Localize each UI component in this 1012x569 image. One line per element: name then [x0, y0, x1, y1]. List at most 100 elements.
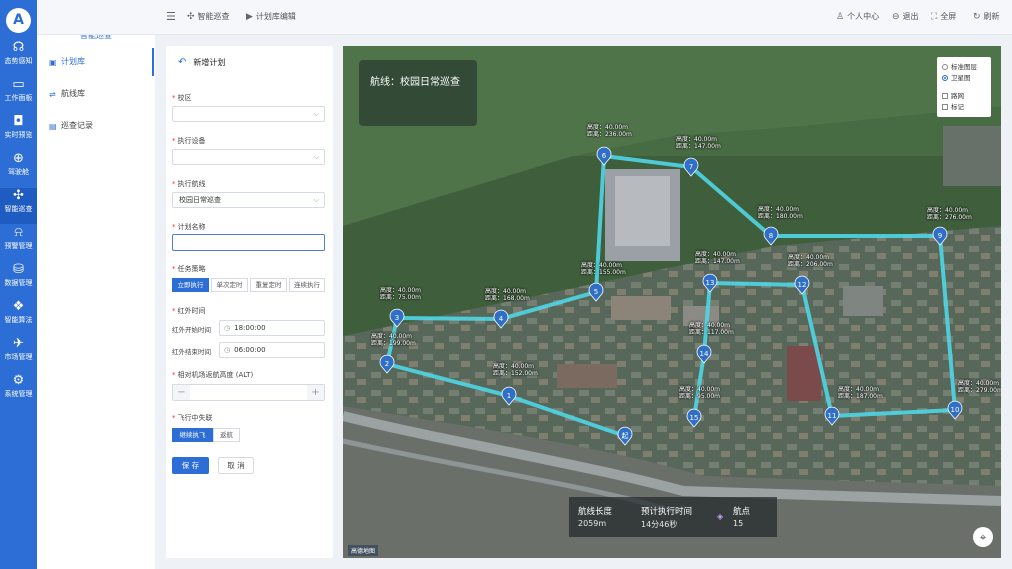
rail-item-workpanel[interactable]: ▭ 工作面板 — [0, 77, 37, 113]
refresh-button[interactable]: ↻ 刷新 — [973, 11, 1000, 22]
strategy-label: * 任务策略 — [172, 265, 206, 273]
plan-name-input[interactable] — [172, 234, 325, 251]
breadcrumb-inspection[interactable]: ✣ 智能巡查 — [187, 11, 230, 22]
layer-marker-checkbox[interactable]: 标记 — [942, 103, 964, 111]
waypoint-distance: 距离：117.00m — [689, 329, 734, 336]
rail-item-preview[interactable]: ◘ 实时预览 — [0, 114, 37, 150]
device-select[interactable]: ⌵ — [172, 149, 325, 165]
gear-icon: ⚙ — [12, 373, 25, 388]
drone-icon: ✣ — [13, 188, 24, 203]
lost-option-return[interactable]: 返航 — [213, 428, 240, 442]
layer-standard-option[interactable]: 标准图层 — [942, 63, 977, 71]
strategy-option-continuous[interactable]: 连续执行 — [289, 278, 325, 292]
back-arrow-icon[interactable]: ↶ — [178, 57, 186, 68]
waypoint-distance: 距离：147.00m — [695, 258, 740, 265]
map-source-tag: 高德地图 — [348, 545, 379, 556]
lost-link-label: * 飞行中失联 — [172, 414, 213, 422]
waypoint-number: 7 — [689, 163, 693, 171]
menu-toggle-icon[interactable]: ☰ — [166, 10, 176, 23]
sidebar-item-route-library[interactable]: ⇌ 航线库 — [49, 85, 154, 103]
strategy-option-repeat[interactable]: 重复定时 — [250, 278, 287, 292]
building-block — [943, 126, 1001, 186]
globe-icon: ⊕ — [13, 151, 24, 166]
rail-item-situation[interactable]: ☊ 态势感知 — [0, 40, 37, 76]
rail-item-inspection[interactable]: ✣ 智能巡查 — [0, 188, 37, 224]
route-select-value: 校园日常巡查 — [179, 196, 221, 204]
rail-item-data[interactable]: ⛁ 数据管理 — [0, 262, 37, 298]
infrared-label: * 红外时间 — [172, 307, 206, 315]
ir-end-label: 红外结束时间 — [172, 348, 211, 356]
headset-icon: ☊ — [12, 40, 25, 55]
waypoint-info-5: 高度：40.00m 距离：155.00m — [581, 262, 626, 276]
logout-label: 退出 — [902, 12, 919, 21]
form-title: 新增计划 — [193, 58, 226, 67]
rail-item-algorithm[interactable]: ❖ 智能算法 — [0, 299, 37, 335]
alarm-icon: ⍾ — [14, 225, 23, 240]
clock-icon: ◷ — [224, 324, 231, 332]
increment-button[interactable]: + — [307, 385, 324, 400]
waypoint-distance: 距离：168.00m — [485, 295, 530, 302]
layer-satellite-option[interactable]: 卫星图 — [942, 74, 971, 82]
radio-selected-icon — [942, 75, 948, 81]
chevron-down-icon: ⌵ — [313, 196, 319, 204]
waypoint-info-14: 高度：40.00m 距离：117.00m — [689, 322, 734, 336]
lost-option-continue[interactable]: 继续执飞 — [172, 428, 213, 442]
ir-end-time-input[interactable]: ◷ 06:00:00 — [219, 342, 325, 358]
rail-item-market[interactable]: ✈ 市场管理 — [0, 336, 37, 372]
waypoint-info-7: 高度：40.00m 距离：147.00m — [676, 136, 721, 150]
waypoint-info-9: 高度：40.00m 距离：276.00m — [927, 207, 972, 221]
personal-center-button[interactable]: ♙ 个人中心 — [836, 11, 879, 22]
waypoint-distance: 距离：152.00m — [493, 370, 538, 377]
waypoint-count-label: 航点 — [733, 507, 751, 517]
sidebar-item-inspection-records[interactable]: ▤ 巡查记录 — [49, 117, 154, 135]
chevron-down-icon: ⌵ — [313, 110, 319, 118]
waypoint-altitude: 高度：40.00m — [679, 386, 721, 393]
chevron-down-icon: ⌵ — [313, 153, 319, 161]
logout-icon: ⊖ — [892, 12, 900, 22]
waypoint-icon: ◈ — [717, 512, 724, 521]
device-label: * 执行设备 — [172, 137, 206, 145]
layer-control-panel: 标准图层 卫星图 路网 标记 — [937, 57, 991, 117]
layer-roadnet-checkbox[interactable]: 路网 — [942, 92, 964, 100]
clock-icon: ◷ — [224, 346, 231, 354]
satellite-map[interactable]: 起 1 2 3 4 5 6 7 8 9 10 11 12 13 14 15 航线：校园日常巡查 标准图层 卫星… — [343, 46, 1001, 558]
rail-item-system[interactable]: ⚙ 系统管理 — [0, 373, 37, 409]
rail-item-cockpit[interactable]: ⊕ 驾驶舱 — [0, 151, 37, 187]
rail-item-alarm[interactable]: ⍾ 预警管理 — [0, 225, 37, 261]
breadcrumb-plan-edit[interactable]: ▶ 计划库编辑 — [246, 11, 296, 22]
waypoint-number: 6 — [602, 152, 607, 160]
waypoint-info-15: 高度：40.00m 距离：95.00m — [679, 386, 720, 400]
save-button[interactable]: 保 存 — [172, 457, 209, 474]
waypoint-altitude: 高度：40.00m — [371, 333, 413, 340]
cancel-button[interactable]: 取 消 — [218, 457, 254, 474]
waypoint-number: 13 — [706, 279, 715, 287]
logout-button[interactable]: ⊖ 退出 — [892, 11, 919, 22]
ir-start-time-input[interactable]: ◷ 18:00:00 — [219, 320, 325, 336]
waypoint-distance: 距离：276.00m — [927, 214, 972, 221]
route-label: * 执行航线 — [172, 180, 206, 188]
strategy-option-immediate[interactable]: 立即执行 — [172, 278, 209, 292]
waypoint-distance: 距离：95.00m — [679, 393, 721, 400]
decrement-button[interactable]: − — [173, 385, 190, 400]
campus-select[interactable]: ⌵ — [172, 106, 325, 122]
waypoint-info-13: 高度：40.00m 距离：147.00m — [695, 251, 740, 265]
alt-stepper: − + — [172, 384, 325, 401]
waypoint-altitude: 高度：40.00m — [758, 206, 800, 213]
waypoint-number: 8 — [769, 232, 773, 240]
sidebar-item-plan-library[interactable]: ▣ 计划库 — [49, 53, 154, 71]
waypoint-altitude: 高度：40.00m — [689, 322, 731, 329]
route-select[interactable]: 校园日常巡查 ⌵ — [172, 192, 325, 208]
waypoint-number: 15 — [690, 414, 699, 422]
fullscreen-button[interactable]: ⛶ 全屏 — [931, 11, 956, 22]
waypoint-altitude: 高度：40.00m — [788, 254, 830, 261]
ir-start-label: 红外开始时间 — [172, 326, 211, 334]
waypoint-info-11: 高度：40.00m 距离：187.00m — [838, 386, 883, 400]
sub-sidebar: 智能巡查 ▣ 计划库 ⇌ 航线库 ▤ 巡查记录 — [37, 26, 155, 569]
locate-button[interactable]: ⌖ — [973, 527, 993, 547]
crosshair-icon: ⌖ — [979, 530, 987, 544]
campus-label: * 校区 — [172, 94, 192, 102]
waypoint-info-3: 高度：40.00m 距离：75.00m — [380, 287, 421, 301]
waypoint-altitude: 高度：40.00m — [587, 124, 629, 131]
strategy-option-once[interactable]: 单次定时 — [211, 278, 248, 292]
waypoint-info-8: 高度：40.00m 距离：180.00m — [758, 206, 803, 220]
